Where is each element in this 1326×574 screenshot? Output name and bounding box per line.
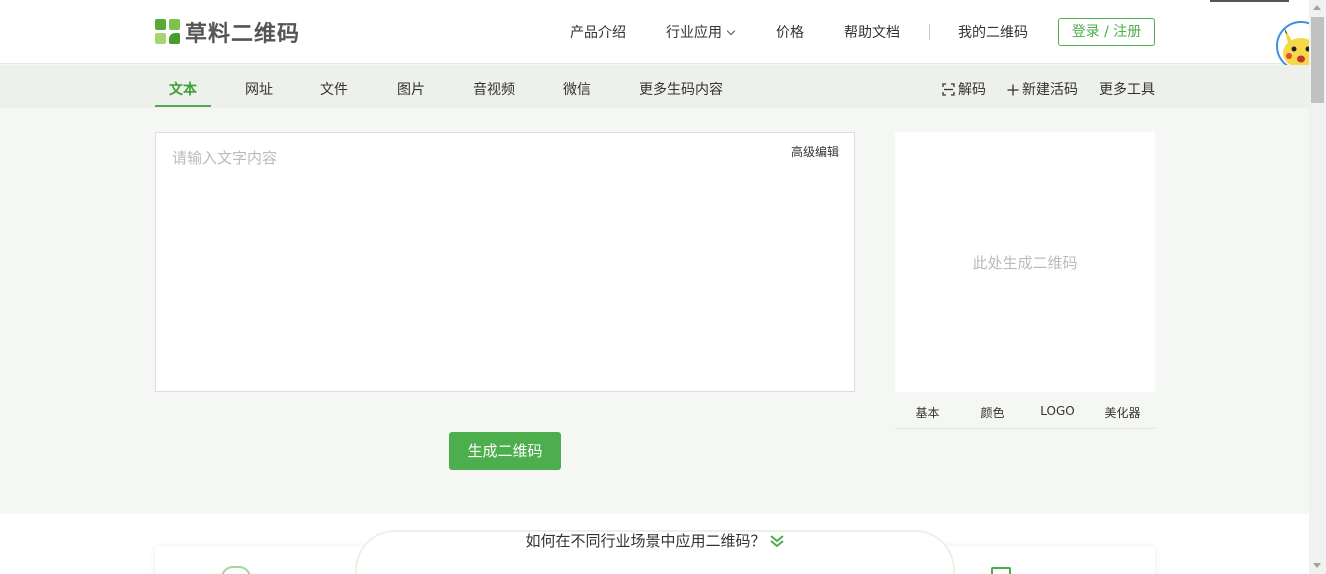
industry-title-text: 如何在不同行业场景中应用二维码？: [525, 532, 766, 550]
top-edge-line: [1210, 0, 1289, 2]
top-header: 草料二维码 产品介绍 行业应用 价格 帮助文档 我的二维码 登录 / 注册: [0, 0, 1309, 64]
content-type-nav: 文本 网址 文件 图片 音视频 微信 更多生码内容 解码 新建活码 更多工具: [0, 65, 1309, 108]
text-content-input[interactable]: [156, 133, 854, 391]
style-tab-beautifier[interactable]: 美化器: [1090, 404, 1155, 421]
new-dynamic-code-label: 新建活码: [1022, 82, 1078, 98]
style-tab-logo[interactable]: LOGO: [1025, 404, 1090, 418]
style-tab-basic[interactable]: 基本: [895, 404, 960, 421]
logo-text: 草料二维码: [185, 22, 301, 47]
scrollbar-thumb[interactable]: [1311, 17, 1324, 103]
scroll-down-arrow-icon[interactable]: [1313, 563, 1321, 568]
site-logo[interactable]: 草料二维码: [155, 18, 301, 47]
nav-divider: [929, 24, 930, 40]
nav-label: 帮助文档: [844, 25, 900, 41]
qrcode-style-tabs: 基本 颜色 LOGO 美化器: [895, 392, 1155, 429]
plus-icon: [1007, 84, 1019, 96]
decode-label: 解码: [958, 82, 986, 98]
nav-label: 价格: [776, 25, 804, 41]
nav-product-intro[interactable]: 产品介绍: [570, 22, 626, 42]
scan-icon: [942, 83, 955, 96]
chevron-down-icon: [726, 26, 736, 36]
document-icon: [991, 567, 1011, 574]
more-tools[interactable]: 更多工具: [1099, 79, 1155, 99]
tab-url[interactable]: 网址: [245, 79, 273, 99]
tab-audio-video[interactable]: 音视频: [473, 79, 515, 99]
qrcode-preview: 此处生成二维码: [895, 132, 1155, 392]
style-tab-color[interactable]: 颜色: [960, 404, 1025, 421]
nav-pricing[interactable]: 价格: [776, 22, 804, 42]
tab-file[interactable]: 文件: [320, 79, 348, 99]
active-tab-underline: [155, 105, 211, 107]
qrcode-placeholder-text: 此处生成二维码: [972, 254, 1078, 272]
tab-wechat[interactable]: 微信: [563, 79, 591, 99]
industry-section-title[interactable]: 如何在不同行业场景中应用二维码？: [0, 530, 1309, 551]
tab-image[interactable]: 图片: [397, 79, 425, 99]
double-chevron-down-icon: [769, 535, 784, 548]
nav-label: 我的二维码: [958, 25, 1028, 41]
tab-more-content[interactable]: 更多生码内容: [639, 79, 723, 99]
nav-help-docs[interactable]: 帮助文档: [844, 22, 900, 42]
text-editor: 高级编辑: [155, 132, 855, 392]
generator-panel: 高级编辑 生成二维码 此处生成二维码 基本 颜色 LOGO 美化器: [0, 108, 1309, 514]
nav-label: 行业应用: [666, 25, 722, 41]
tab-text[interactable]: 文本: [169, 79, 197, 99]
nav-label: 产品介绍: [570, 25, 626, 41]
logo-mark-icon: [155, 19, 181, 45]
generate-qrcode-button[interactable]: 生成二维码: [449, 432, 561, 470]
advanced-edit-link[interactable]: 高级编辑: [791, 143, 839, 160]
decode-tool[interactable]: 解码: [942, 79, 986, 99]
new-dynamic-code-tool[interactable]: 新建活码: [1007, 79, 1078, 99]
login-register-button[interactable]: 登录 / 注册: [1058, 18, 1155, 46]
nav-industry-apps[interactable]: 行业应用: [666, 22, 736, 42]
scroll-up-arrow-icon[interactable]: [1313, 5, 1321, 10]
nav-my-qrcodes[interactable]: 我的二维码: [958, 22, 1028, 42]
